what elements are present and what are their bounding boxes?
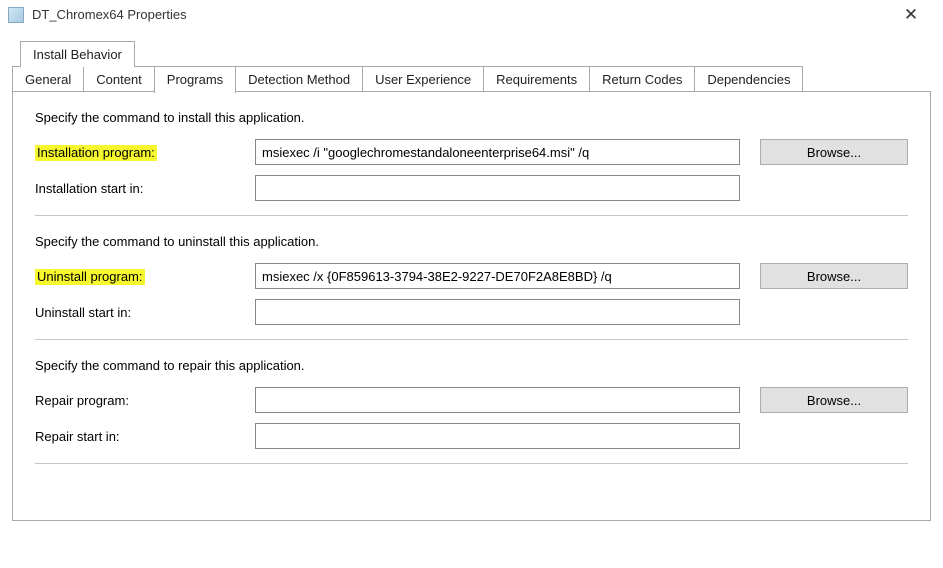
repair-program-browse-button[interactable]: Browse... <box>760 387 908 413</box>
uninstall-program-label: Uninstall program: <box>35 269 245 284</box>
installation-startin-input[interactable] <box>255 175 740 201</box>
tab-requirements[interactable]: Requirements <box>483 66 590 92</box>
installation-program-browse-button[interactable]: Browse... <box>760 139 908 165</box>
tab-return-codes[interactable]: Return Codes <box>589 66 695 92</box>
uninstall-program-browse-button[interactable]: Browse... <box>760 263 908 289</box>
tab-content[interactable]: Content <box>83 66 155 92</box>
tab-install-behavior[interactable]: Install Behavior <box>20 41 135 67</box>
section-divider <box>35 463 908 464</box>
install-section-desc: Specify the command to install this appl… <box>35 110 908 125</box>
installation-program-input[interactable] <box>255 139 740 165</box>
tab-row-lower: General Content Programs Detection Metho… <box>12 66 931 92</box>
tab-detection-method[interactable]: Detection Method <box>235 66 363 92</box>
uninstall-program-input[interactable] <box>255 263 740 289</box>
tab-general[interactable]: General <box>12 66 84 92</box>
uninstall-startin-label: Uninstall start in: <box>35 305 245 320</box>
installation-program-label: Installation program: <box>35 145 245 160</box>
repair-startin-input[interactable] <box>255 423 740 449</box>
tab-panel-programs: Specify the command to install this appl… <box>12 91 931 521</box>
section-divider <box>35 215 908 216</box>
repair-startin-label: Repair start in: <box>35 429 245 444</box>
tab-user-experience[interactable]: User Experience <box>362 66 484 92</box>
tab-row-upper: Install Behavior <box>20 41 931 67</box>
repair-program-input[interactable] <box>255 387 740 413</box>
window-title: DT_Chromex64 Properties <box>32 7 187 22</box>
app-icon <box>8 7 24 23</box>
repair-section-desc: Specify the command to repair this appli… <box>35 358 908 373</box>
titlebar: DT_Chromex64 Properties ✕ <box>0 0 943 29</box>
uninstall-section-desc: Specify the command to uninstall this ap… <box>35 234 908 249</box>
section-divider <box>35 339 908 340</box>
tab-dependencies[interactable]: Dependencies <box>694 66 803 92</box>
tab-programs[interactable]: Programs <box>154 66 236 93</box>
close-button[interactable]: ✕ <box>891 6 931 23</box>
uninstall-startin-input[interactable] <box>255 299 740 325</box>
repair-program-label: Repair program: <box>35 393 245 408</box>
installation-startin-label: Installation start in: <box>35 181 245 196</box>
